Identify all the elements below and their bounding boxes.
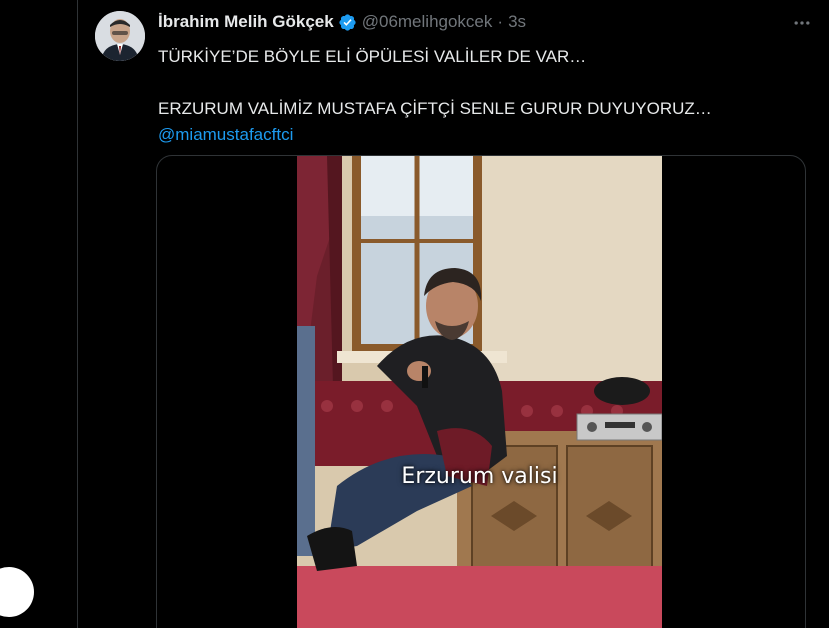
page: İbrahim Melih Gökçek @06melihgokcek · 3s… — [0, 0, 829, 628]
tweet-header: İbrahim Melih Gökçek @06melihgokcek · 3s — [158, 11, 526, 33]
tweet-text-blank — [158, 70, 808, 96]
compose-avatar[interactable] — [0, 567, 34, 617]
video-player[interactable]: Erzurum valisi — [297, 156, 662, 628]
video-caption: Erzurum valisi — [401, 464, 558, 489]
display-name[interactable]: İbrahim Melih Gökçek — [158, 12, 334, 32]
timestamp[interactable]: 3s — [508, 12, 526, 32]
media-container[interactable]: Erzurum valisi — [156, 155, 806, 628]
separator-dot: · — [497, 12, 504, 31]
more-options-button[interactable] — [791, 12, 813, 34]
tweet-article[interactable]: İbrahim Melih Gökçek @06melihgokcek · 3s… — [78, 0, 829, 628]
tweet-text: TÜRKİYE’DE BÖYLE ELİ ÖPÜLESİ VALİLER DE … — [158, 44, 808, 148]
tweet-text-line-1: TÜRKİYE’DE BÖYLE ELİ ÖPÜLESİ VALİLER DE … — [158, 47, 587, 66]
verified-badge-icon — [338, 13, 357, 32]
video-frame — [297, 156, 662, 628]
author-avatar[interactable] — [95, 11, 145, 61]
user-handle[interactable]: @06melihgokcek — [362, 12, 493, 32]
tweet-text-line-2: ERZURUM VALİMİZ MUSTAFA ÇİFTÇİ SENLE GUR… — [158, 99, 712, 118]
more-options-icon — [794, 21, 810, 25]
mention-link[interactable]: @miamustafacftci — [158, 122, 808, 148]
